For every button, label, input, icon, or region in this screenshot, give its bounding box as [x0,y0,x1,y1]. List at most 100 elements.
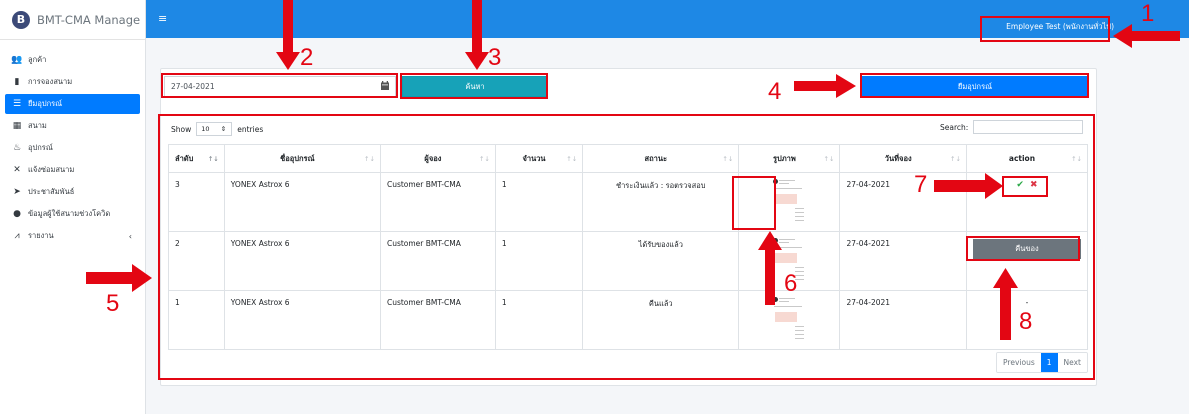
cell-no: 3 [168,172,225,232]
cell-date: 27-04-2021 [839,172,967,232]
cell-status: ชำระเงินแล้ว : รอตรวจสอบ [582,172,740,232]
check-icon[interactable]: ✔ [1016,180,1024,190]
show-label: Show [171,124,192,134]
cell-date: 27-04-2021 [839,231,967,291]
sidebar-item-5[interactable]: ✕ แจ้งซ่อมสนาม [5,160,140,180]
sort-icon: ↑↓ [950,155,961,163]
sidebar-item-8[interactable]: ⩘ รายงาน ‹ [5,226,140,246]
sidebar-item-label: ลูกค้า [28,55,47,64]
col-header-status[interactable]: สถานะ ↑↓ [582,144,740,173]
sidebar-item-label: แจ้งซ่อมสนาม [28,165,75,174]
chart-icon: ⩘ [14,231,20,241]
screen: B BMT-CMA Manage 👥 ลูกค้า ▮ การจองสนาม ☰ ยืมอ… [0,0,1189,414]
cell-action: คืนของ [965,231,1089,291]
sort-icon: ↑↓ [478,155,490,163]
topbar: ≡ Employee Test (พนักงานทั่วไป) [146,0,1189,38]
cell-booker: Customer BMT-CMA [379,290,496,350]
col-header-image[interactable]: รูปภาพ ↑↓ [738,144,841,173]
sort-icon: ↑↓ [364,155,375,163]
no-action-text: - [1025,298,1029,307]
cell-action: ✔ ✖ [965,172,1089,232]
receipt-thumbnail[interactable] [771,296,808,342]
sidebar-item-4[interactable]: ♨ อุปกรณ์ [5,138,140,158]
calendar-icon[interactable] [381,81,389,90]
next-page-button[interactable]: Next [1057,353,1087,372]
cell-equipment: YONEX Astrox 6 [223,231,381,291]
annotation-number-2: 2 [300,44,314,71]
sidebar-nav: 👥 ลูกค้า ▮ การจองสนาม ☰ ยืมอุปกรณ์ ▦ สนาม ♨ อุปกร… [0,40,145,246]
sidebar-item-1[interactable]: ▮ การจองสนาม [5,72,140,92]
borrow-equipment-button[interactable]: ยืมอุปกรณ์ [862,76,1088,97]
sidebar-item-2[interactable]: ☰ ยืมอุปกรณ์ [5,94,140,114]
col-header-equipment[interactable]: ชื่ออุปกรณ์ ↑↓ [223,144,381,173]
cell-date: 27-04-2021 [839,290,967,350]
brand-name: BMT-CMA Manage [37,12,141,27]
annotation-number-5: 5 [106,290,120,317]
cell-qty: 1 [494,290,584,350]
col-header-qty[interactable]: จำนวน ↑↓ [494,144,584,173]
cell-no: 2 [168,231,225,291]
annotation-number-4: 4 [768,78,782,105]
sort-icon: ↑↓ [1071,155,1082,163]
prev-page-button[interactable]: Previous [997,353,1041,372]
date-picker[interactable] [164,76,396,97]
current-page-button[interactable]: 1 [1040,353,1058,372]
select-arrows-icon: ⇕ [220,125,227,133]
annotation-number-1: 1 [1141,0,1155,27]
table-row: 3 YONEX Astrox 6 Customer BMT-CMA 1 ชำระเงิน… [168,172,1089,232]
table-row: 2 YONEX Astrox 6 Customer BMT-CMA 1 ได้รับขอ… [168,231,1089,291]
chevron-left-icon: ‹ [128,231,132,241]
hamburger-icon[interactable]: ≡ [158,12,167,25]
entries-select-value: 10 [201,125,210,133]
table-body: 3 YONEX Astrox 6 Customer BMT-CMA 1 ชำระเงิน… [168,172,1089,350]
sidebar-item-7[interactable]: ● ข้อมูลผู้ใช้สนามช่วงโควิด [5,204,140,224]
user-icon: ● [13,209,21,219]
pagination: Previous 1 Next [996,352,1088,373]
cell-image [738,172,841,232]
bookmark-icon: ▮ [14,77,20,87]
col-header-date[interactable]: วันที่จอง ↑↓ [839,144,967,173]
table-header-row: ลำดับ ↑↓ ชื่ออุปกรณ์ ↑↓ ผู้จอง ↑↓ จำนวน ↑↓ ส… [168,144,1089,173]
equipment-table: ลำดับ ↑↓ ชื่ออุปกรณ์ ↑↓ ผู้จอง ↑↓ จำนวน ↑↓ ส… [168,144,1089,350]
send-icon: ➤ [13,187,21,197]
cell-no: 1 [168,290,225,350]
cell-status: ได้รับของแล้ว [582,231,740,291]
list-icon: ☰ [12,99,22,109]
table-row: 1 YONEX Astrox 6 Customer BMT-CMA 1 คืนแล้ว 2… [168,290,1089,350]
annotation-number-7: 7 [914,171,928,198]
sidebar-item-label: อุปกรณ์ [28,143,53,152]
brand[interactable]: B BMT-CMA Manage [0,0,145,40]
sidebar: B BMT-CMA Manage 👥 ลูกค้า ▮ การจองสนาม ☰ ยืมอ… [0,0,146,414]
sidebar-item-label: รายงาน [28,231,54,240]
col-header-no[interactable]: ลำดับ ↑↓ [168,144,225,173]
sidebar-item-label: ยืมอุปกรณ์ [28,99,63,108]
search-label: Search: [940,122,969,132]
table-search-input[interactable] [973,120,1084,134]
col-header-action[interactable]: action ↑↓ [965,144,1089,173]
date-input[interactable] [165,77,375,96]
col-header-booker[interactable]: ผู้จอง ↑↓ [379,144,496,173]
sidebar-item-label: ประชาสัมพันธ์ [28,187,75,196]
entries-label: entries [237,124,264,134]
close-icon[interactable]: ✖ [1030,180,1038,190]
sidebar-item-label: ข้อมูลผู้ใช้สนามช่วงโควิด [28,209,111,218]
sidebar-item-3[interactable]: ▦ สนาม [5,116,140,136]
sidebar-item-0[interactable]: 👥 ลูกค้า [5,50,140,70]
length-control: Show 10 ⇕ entries [171,122,263,136]
search-button[interactable]: ค้นหา [402,76,548,97]
sort-icon: ↑↓ [722,155,734,163]
sidebar-item-6[interactable]: ➤ ประชาสัมพันธ์ [5,182,140,202]
user-menu[interactable]: Employee Test (พนักงานทั่วไป) [1006,21,1114,33]
sidebar-item-label: สนาม [28,121,47,130]
entries-select[interactable]: 10 ⇕ [196,122,233,136]
cell-booker: Customer BMT-CMA [379,231,496,291]
receipt-thumbnail[interactable] [771,178,808,224]
annotation-number-8: 8 [1019,308,1033,335]
sort-icon: ↑↓ [566,155,578,163]
cell-status: คืนแล้ว [582,290,740,350]
annotation-number-6: 6 [784,270,798,297]
return-button[interactable]: คืนของ [972,239,1081,259]
cell-booker: Customer BMT-CMA [379,172,496,232]
sidebar-item-label: การจองสนาม [28,77,73,86]
table-search: Search: [940,120,1084,134]
